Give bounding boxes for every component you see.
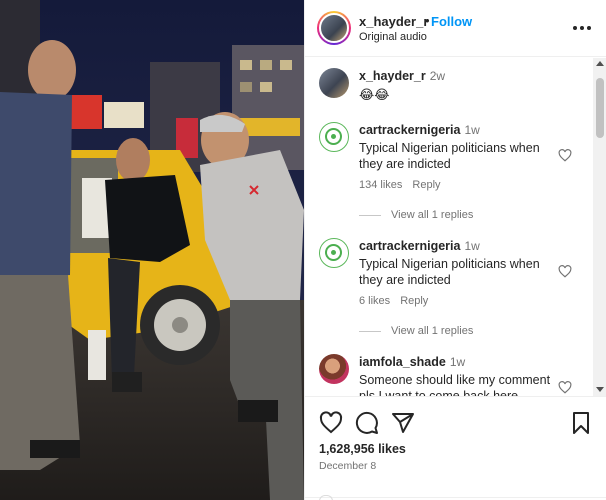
add-comment-avatar xyxy=(319,495,333,500)
like-count[interactable]: 6 likes xyxy=(359,295,390,307)
comment-meta: 134 likes Reply xyxy=(359,179,441,191)
follow-button[interactable]: Follow xyxy=(431,14,472,29)
avatar[interactable] xyxy=(319,68,349,98)
heart-icon[interactable] xyxy=(558,381,572,394)
list-item: cartrackernigeria 1w Typical Nigerian pol… xyxy=(305,236,593,346)
scrollbar-thumb[interactable] xyxy=(596,78,604,138)
avatar[interactable] xyxy=(319,354,349,384)
caption: x_hayder_r 2w 😂😂 xyxy=(305,66,593,106)
comment-time: 2w xyxy=(429,69,446,83)
video-frame xyxy=(0,0,304,500)
separator-dot: • xyxy=(425,13,430,28)
audio-label[interactable]: Original audio xyxy=(359,31,427,43)
scroll-down-arrow-icon[interactable] xyxy=(596,387,604,392)
scrollbar[interactable] xyxy=(593,58,606,396)
scroll-up-arrow-icon[interactable] xyxy=(596,61,604,66)
comment-icon[interactable] xyxy=(355,411,379,435)
bookmark-icon[interactable] xyxy=(569,411,593,435)
comments-list[interactable]: x_hayder_r 2w 😂😂 cartrackernigeria 1w Typi… xyxy=(305,58,606,396)
view-replies-button[interactable]: View all 1 replies xyxy=(359,209,473,221)
heart-icon[interactable] xyxy=(558,149,572,162)
comment-time: 1w xyxy=(464,239,480,253)
divider xyxy=(305,497,606,498)
author-username[interactable]: x_hayder_r xyxy=(359,14,428,29)
comment-text: Typical Nigerian politicians when they a… xyxy=(359,141,540,171)
post-video[interactable] xyxy=(0,0,304,500)
view-replies-button[interactable]: View all 1 replies xyxy=(359,325,473,337)
caption-text: 😂😂 xyxy=(359,87,390,102)
post-panel: x_hayder_r • Follow Original audio x_hay… xyxy=(304,0,606,500)
reply-button[interactable]: Reply xyxy=(400,295,428,307)
comment-text: Typical Nigerian politicians when they a… xyxy=(359,257,540,287)
heart-icon[interactable] xyxy=(558,265,572,278)
comment-username[interactable]: cartrackernigeria 1w xyxy=(359,239,480,253)
share-icon[interactable] xyxy=(391,411,415,435)
post-header: x_hayder_r • Follow Original audio xyxy=(305,0,606,57)
post-actions: 1,628,956 likes December 8 xyxy=(305,396,606,500)
list-item: iamfola_shade 1w Someone should like my c… xyxy=(305,352,593,396)
author-avatar[interactable] xyxy=(317,11,351,45)
heart-icon[interactable] xyxy=(319,411,343,435)
comment-time: 1w xyxy=(449,355,466,369)
reply-button[interactable]: Reply xyxy=(412,179,440,191)
list-item: cartrackernigeria 1w Typical Nigerian pol… xyxy=(305,120,593,230)
comment-username[interactable]: cartrackernigeria 1w xyxy=(359,123,480,137)
post-date[interactable]: December 8 xyxy=(319,460,376,472)
comment-meta: 6 likes Reply xyxy=(359,295,428,307)
comment-username[interactable]: x_hayder_r 2w xyxy=(359,69,445,83)
like-count[interactable]: 134 likes xyxy=(359,179,402,191)
more-horizontal-icon[interactable] xyxy=(569,18,595,38)
avatar[interactable] xyxy=(319,122,349,152)
like-count[interactable]: 1,628,956 likes xyxy=(319,442,406,456)
comment-username[interactable]: iamfola_shade 1w xyxy=(359,355,465,369)
comment-text: Someone should like my comment pls I wan… xyxy=(359,373,551,396)
comment-time: 1w xyxy=(464,123,480,137)
avatar[interactable] xyxy=(319,238,349,268)
